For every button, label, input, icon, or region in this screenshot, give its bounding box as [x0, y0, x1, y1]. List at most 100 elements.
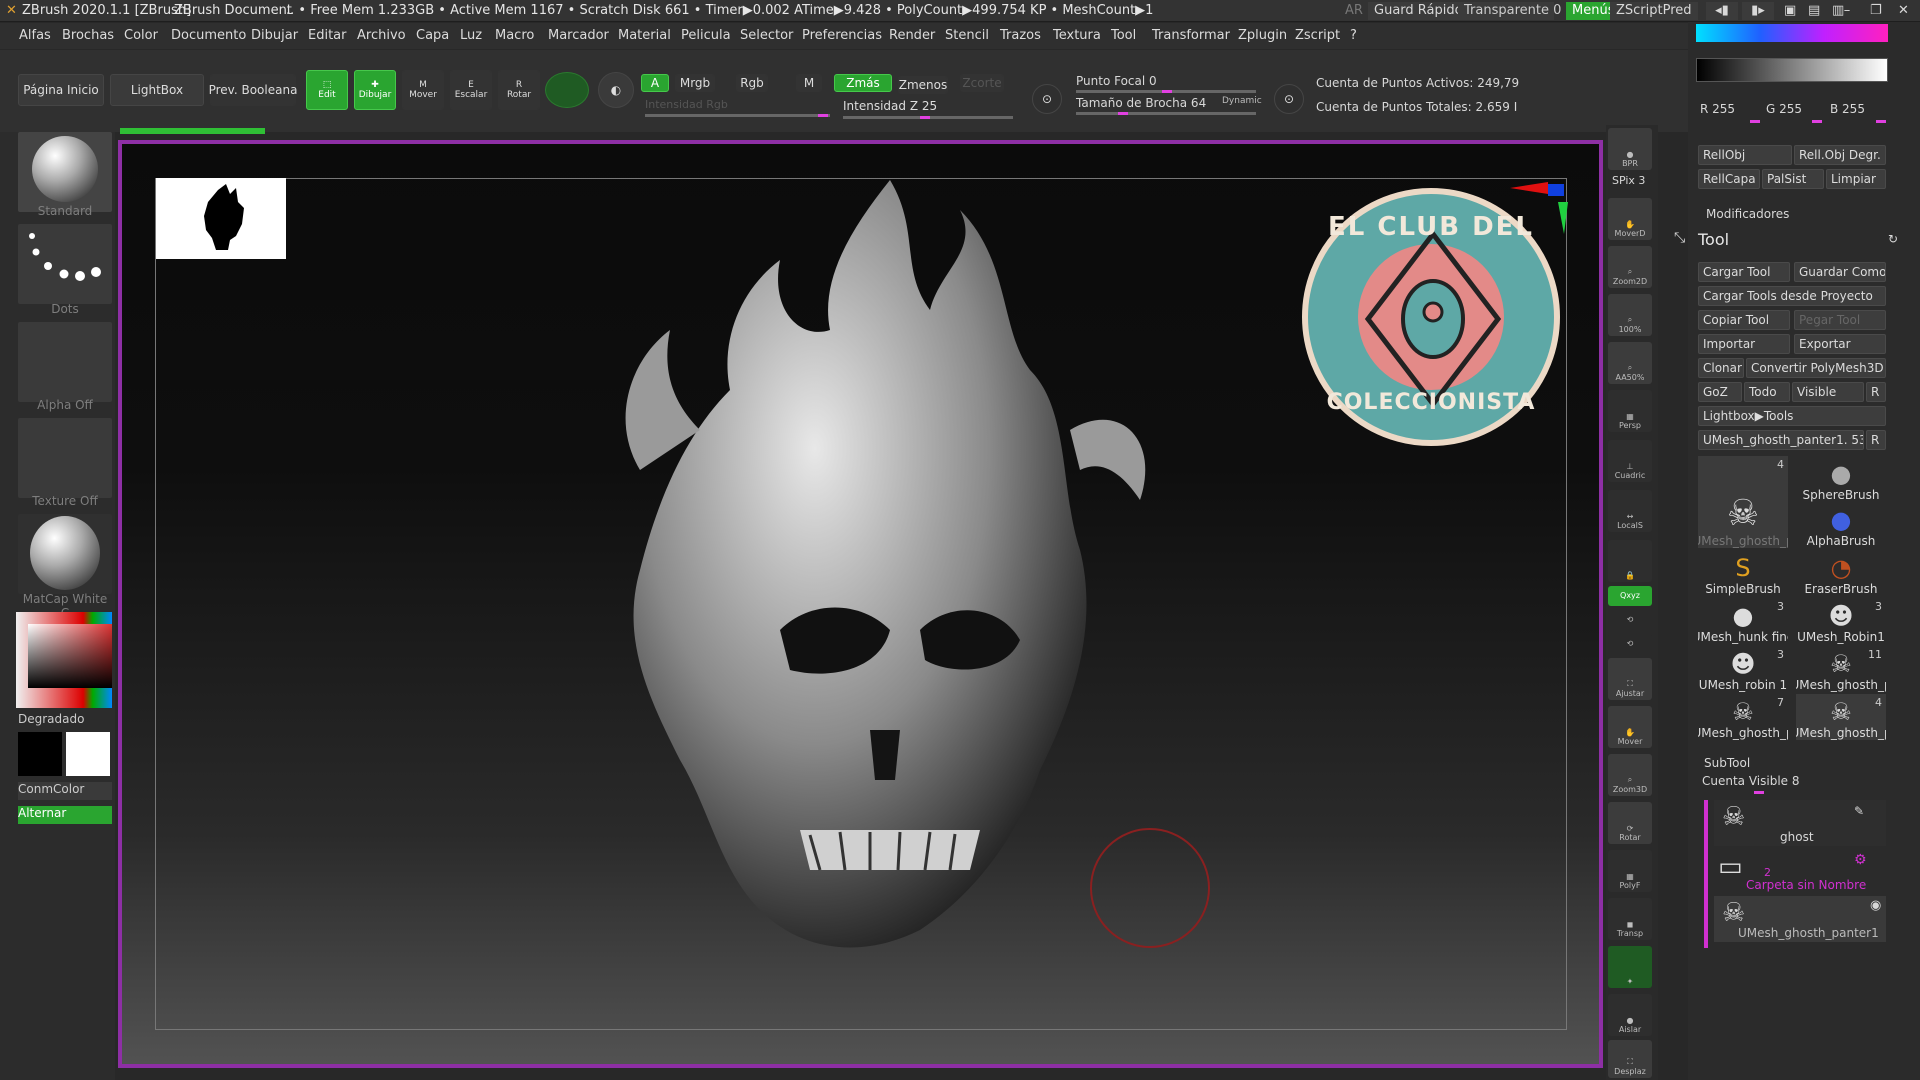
pin-icon[interactable]: ⤡: [1674, 230, 1685, 246]
goz-r-button[interactable]: R: [1866, 382, 1886, 402]
live-boolean-button[interactable]: Prev. Booleana: [209, 74, 297, 106]
tool-item-umesh-ghosth-2[interactable]: 11 ☠UMesh_ghosth_p: [1796, 646, 1886, 692]
paste-tool-button[interactable]: Pegar Tool: [1794, 310, 1886, 330]
menu-documento[interactable]: Documento: [171, 28, 246, 43]
fill-layer-button[interactable]: RellCapa: [1698, 169, 1760, 189]
save-as-button[interactable]: Guardar Como: [1794, 262, 1886, 282]
current-tool-slider[interactable]: UMesh_ghosth_panter1. 53: [1698, 430, 1864, 450]
import-button[interactable]: Importar: [1698, 334, 1790, 354]
antialias-half-button[interactable]: ⌕ AA50%: [1608, 342, 1652, 384]
rgb-intensity-slider[interactable]: Intensidad Rgb: [645, 98, 728, 111]
tool-item-spherebrush[interactable]: ● SphereBrush: [1796, 456, 1886, 502]
perspective-button[interactable]: ▦ Persp: [1608, 390, 1652, 432]
move3d-button[interactable]: ✋ Mover: [1608, 706, 1652, 748]
brush-thumbnail[interactable]: [18, 132, 112, 212]
zadd-toggle[interactable]: Zmás: [834, 74, 892, 92]
scale-mode-button[interactable]: E Escalar: [450, 70, 492, 110]
bpr-render-button[interactable]: ● BPR: [1608, 128, 1652, 170]
subtool-folder[interactable]: ▭ 2 Carpeta sin Nombre ⚙: [1714, 850, 1886, 894]
move2d-button[interactable]: ✋ MoverD: [1608, 198, 1652, 240]
brush-size-slider[interactable]: Tamaño de Brocha 64: [1076, 96, 1206, 110]
menu-render[interactable]: Render: [889, 28, 935, 43]
menu-capa[interactable]: Capa: [416, 28, 449, 43]
blue-knob[interactable]: [1876, 120, 1886, 123]
brush-size-knob[interactable]: [1118, 112, 1128, 115]
menu-archivo[interactable]: Archivo: [357, 28, 406, 43]
zsub-toggle[interactable]: Zmenos: [898, 76, 948, 94]
folder-gear-icon[interactable]: ⚙: [1854, 852, 1867, 868]
menu-zplugin[interactable]: Zplugin: [1238, 28, 1287, 43]
tool-item-alphabrush[interactable]: ● AlphaBrush: [1796, 502, 1886, 548]
menu-pelicula[interactable]: Pelicula: [681, 28, 731, 43]
rotate-mode-button[interactable]: R Rotar: [498, 70, 540, 110]
menu-textura[interactable]: Textura: [1053, 28, 1101, 43]
menu-zscript[interactable]: Zscript: [1295, 28, 1340, 43]
green-knob[interactable]: [1812, 120, 1822, 123]
menu-alfas[interactable]: Alfas: [19, 28, 51, 43]
menu-material[interactable]: Material: [618, 28, 671, 43]
floor-grid-button[interactable]: ⊥ Cuadric: [1608, 440, 1652, 482]
y-rotate-icon[interactable]: ⟲: [1608, 610, 1652, 630]
menu-color[interactable]: Color: [124, 28, 158, 43]
lock-button[interactable]: 🔒: [1608, 540, 1652, 582]
zcut-toggle[interactable]: Zcorte: [960, 74, 1004, 92]
tool-item-umesh-robin1[interactable]: 3 ☻ UMesh_Robin1: [1796, 598, 1886, 644]
fill-object-gradient-button[interactable]: Rell.Obj Degr.: [1794, 145, 1886, 165]
subtool-item-umesh-ghosth[interactable]: ☠ UMesh_ghosth_panter1 ◉: [1714, 896, 1886, 942]
visible-count-slider[interactable]: Cuenta Visible 8: [1702, 774, 1800, 788]
subtool-item-ghost[interactable]: ☠ ghost ✎: [1714, 800, 1886, 846]
m-toggle[interactable]: M: [796, 74, 822, 92]
goz-button[interactable]: GoZ: [1698, 382, 1742, 402]
layout-prev-icon[interactable]: ◂▮: [1706, 2, 1738, 20]
layout2-icon[interactable]: ▤: [1802, 2, 1824, 20]
tool-item-umesh-ghosth[interactable]: 4 ☠UMesh_ghosth_p: [1698, 456, 1788, 548]
actual-size-button[interactable]: ⌕ 100%: [1608, 294, 1652, 336]
rgb-toggle[interactable]: Rgb: [736, 74, 768, 92]
lightbox-button[interactable]: LightBox: [110, 74, 204, 106]
menu-help[interactable]: ?: [1350, 28, 1357, 43]
draw-size-icon[interactable]: ⊙: [1274, 84, 1304, 114]
z-intensity-slider[interactable]: Intensidad Z 25: [843, 99, 937, 113]
axis-gizmo-icon[interactable]: [1508, 178, 1568, 238]
frame-button[interactable]: ⛶ Ajustar: [1608, 658, 1652, 700]
tool-refresh-icon[interactable]: ↻: [1888, 232, 1898, 246]
load-tools-from-project-button[interactable]: Cargar Tools desde Proyecto: [1698, 286, 1886, 306]
edit-mode-button[interactable]: ⬚ Edit: [306, 70, 348, 110]
material-thumbnail[interactable]: [18, 514, 112, 594]
navigator-thumbnail[interactable]: [156, 178, 286, 259]
menu-tool[interactable]: Tool: [1111, 28, 1136, 43]
menu-brochas[interactable]: Brochas: [62, 28, 114, 43]
a-toggle[interactable]: A: [641, 74, 669, 92]
solo-button[interactable]: ● Aislar: [1608, 994, 1652, 1036]
lightbox-tools-button[interactable]: Lightbox▶Tools: [1698, 406, 1886, 426]
syspalette-button[interactable]: PalSist: [1762, 169, 1824, 189]
xpose-button[interactable]: ⛶ Desplaz: [1608, 1040, 1652, 1078]
material-sphere-icon[interactable]: ◐: [598, 72, 634, 108]
default-zscript-button[interactable]: ZScriptPred: [1610, 2, 1698, 20]
polyframe-button[interactable]: ▦ PolyF: [1608, 850, 1652, 892]
subtool-header[interactable]: SubTool: [1704, 756, 1750, 770]
eye-icon[interactable]: ◉: [1870, 898, 1881, 913]
menu-transformar[interactable]: Transformar: [1152, 28, 1230, 43]
menu-stencil[interactable]: Stencil: [945, 28, 989, 43]
focal-shift-icon[interactable]: ⊙: [1032, 84, 1062, 114]
z-rotate-icon[interactable]: ⟲: [1608, 634, 1652, 654]
menu-marcador[interactable]: Marcador: [548, 28, 609, 43]
transparency-button[interactable]: ◼ Transp: [1608, 898, 1652, 940]
zoom3d-button[interactable]: ⌕ Zoom3D: [1608, 754, 1652, 796]
red-knob[interactable]: [1750, 120, 1760, 123]
modifiers-header[interactable]: Modificadores: [1706, 207, 1789, 221]
color-square[interactable]: [28, 624, 112, 688]
menu-macro[interactable]: Macro: [495, 28, 534, 43]
green-slider[interactable]: G 255: [1766, 102, 1802, 116]
stroke-thumbnail[interactable]: [18, 224, 112, 304]
clear-button[interactable]: Limpiar: [1826, 169, 1886, 189]
dynamic-toggle[interactable]: Dynamic: [1222, 96, 1262, 106]
home-page-button[interactable]: Página Inicio: [18, 74, 104, 106]
mrgb-toggle[interactable]: Mrgb: [675, 74, 715, 92]
copy-tool-button[interactable]: Copiar Tool: [1698, 310, 1790, 330]
tool-item-umesh-hunk[interactable]: 3 ●UMesh_hunk fine: [1698, 598, 1788, 644]
focal-shift-knob[interactable]: [1162, 90, 1172, 93]
close-icon[interactable]: ✕: [1892, 2, 1914, 20]
zoom2d-button[interactable]: ⌕ Zoom2D: [1608, 246, 1652, 288]
